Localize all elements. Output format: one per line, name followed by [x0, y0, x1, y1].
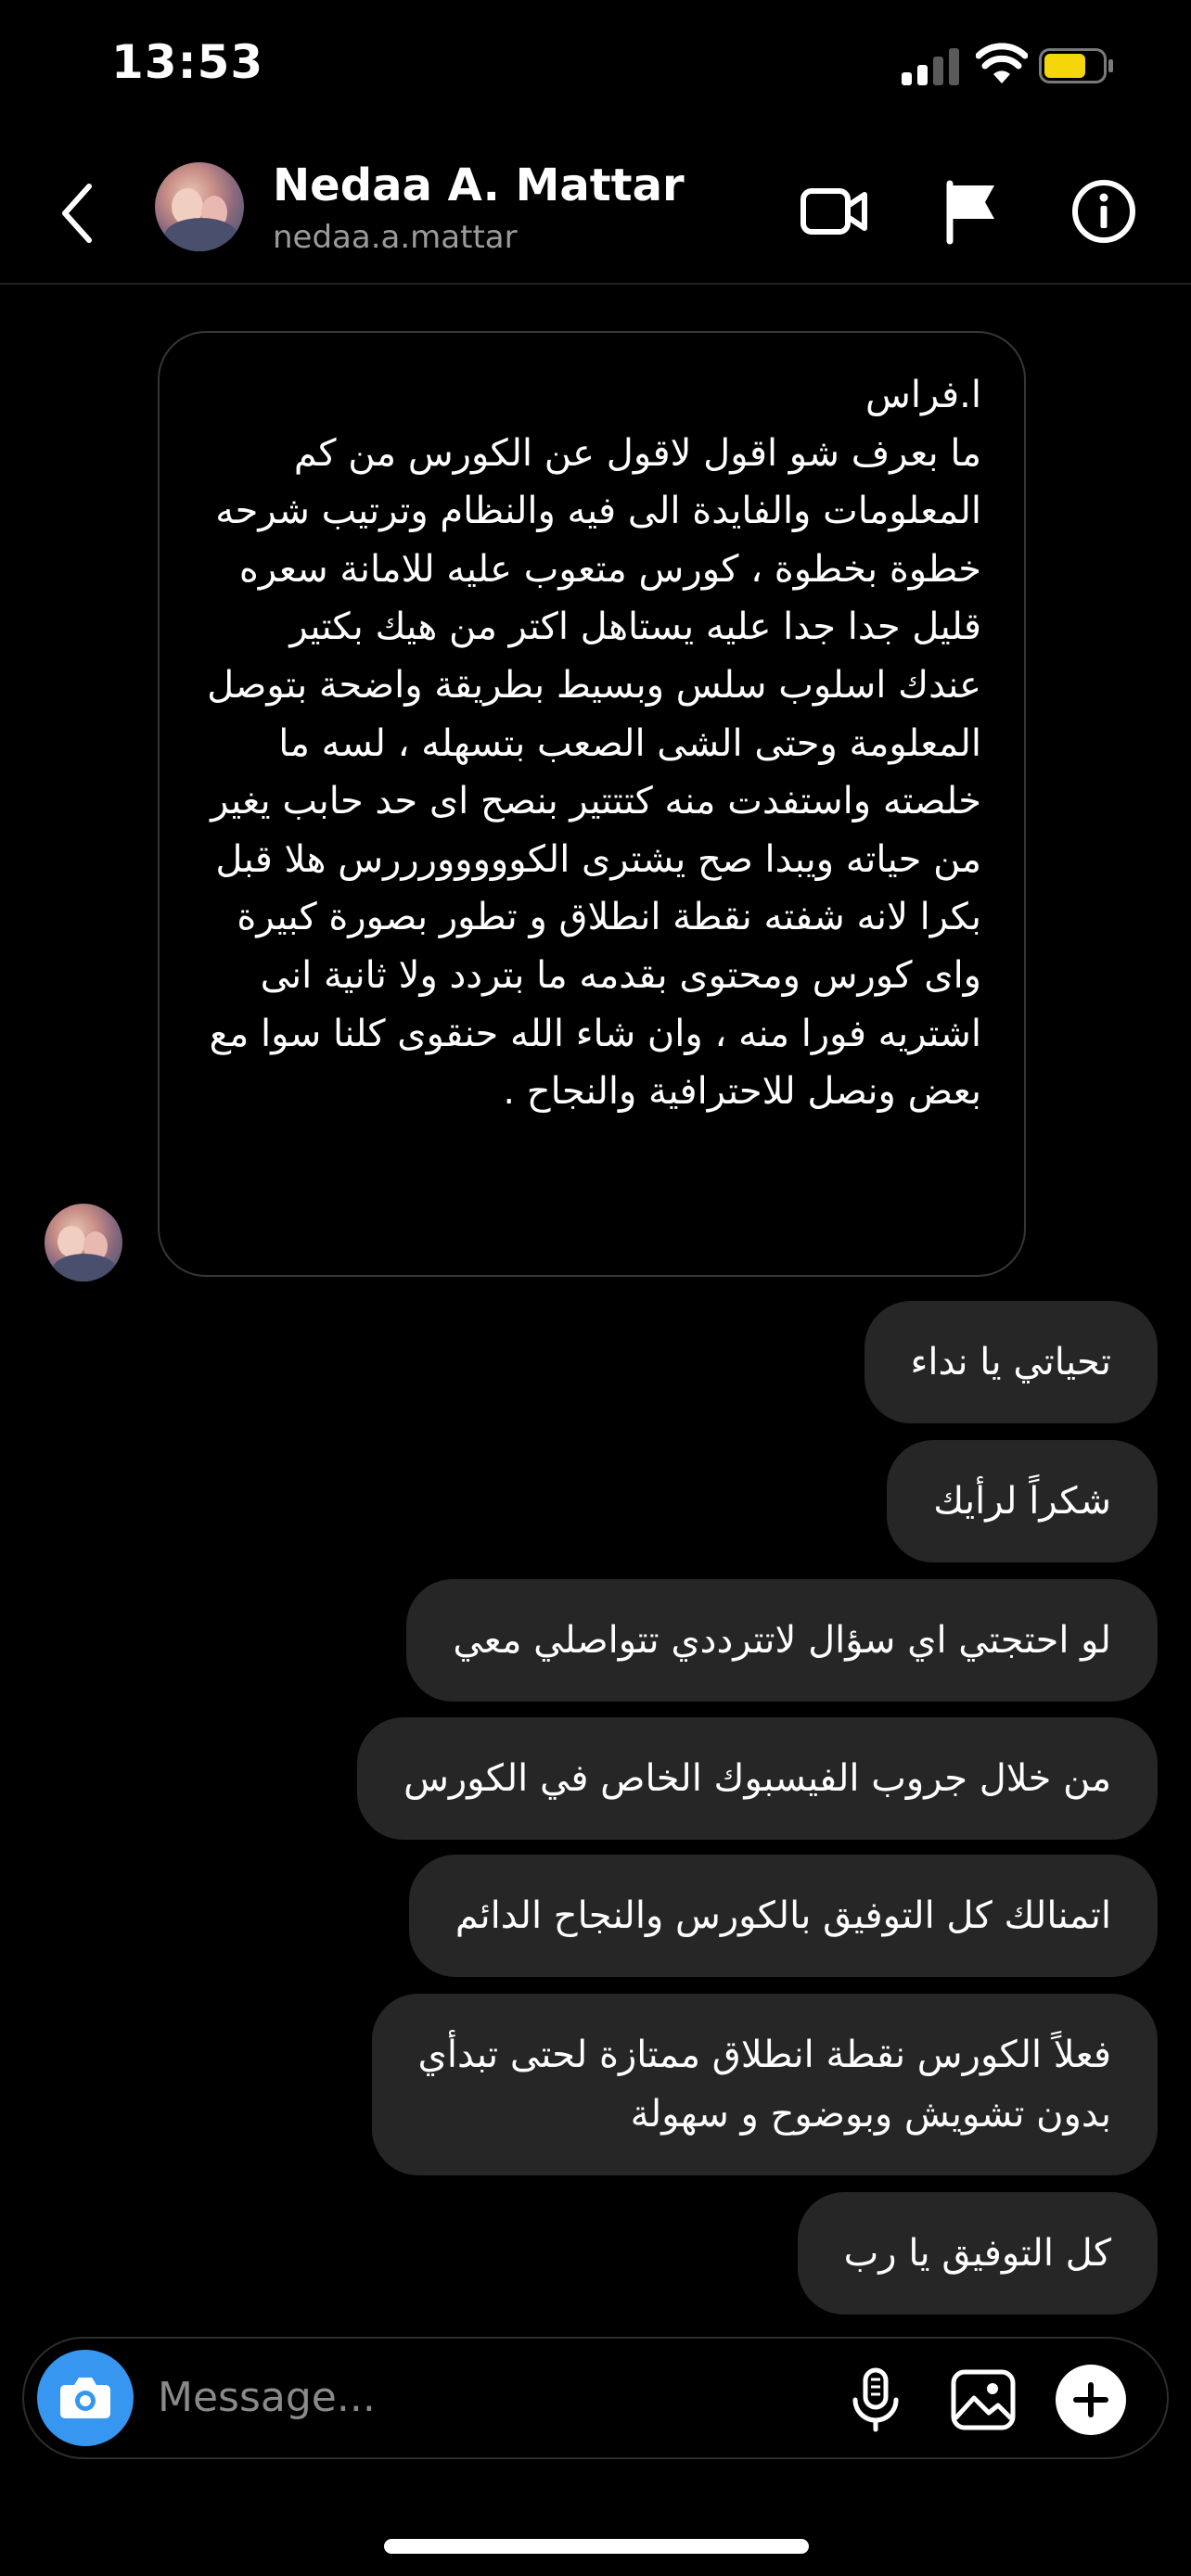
home-indicator[interactable] [384, 2539, 809, 2554]
gallery-icon[interactable] [948, 2365, 1018, 2435]
microphone-icon[interactable] [840, 2365, 911, 2435]
outgoing-message-bubble[interactable]: فعلاً الكورس نقطة انطلاق ممتازة لحتى تبد… [371, 1994, 1158, 2175]
cellular-signal-icon [902, 46, 959, 85]
video-call-icon[interactable] [800, 176, 870, 247]
battery-icon [1039, 48, 1113, 83]
outgoing-message-bubble[interactable]: من خلال جروب الفيسبوك الخاص في الكورس [357, 1717, 1158, 1840]
contact-name[interactable]: Nedaa A. Mattar [273, 159, 685, 211]
outgoing-message-bubble[interactable]: شكراً لرأيك [887, 1440, 1158, 1562]
incoming-message-text: ا.فراس ما بعرف شو اقول لاقول عن الكورس م… [207, 374, 981, 1114]
add-button[interactable] [1056, 2365, 1126, 2435]
status-bar: 13:53 [0, 0, 1191, 139]
camera-button[interactable] [37, 2350, 134, 2446]
status-time: 13:53 [111, 35, 264, 89]
flag-icon[interactable] [937, 176, 1007, 247]
outgoing-message-bubble[interactable]: كل التوفيق يا رب [797, 2192, 1158, 2315]
outgoing-message-bubble[interactable]: اتمنالك كل التوفيق بالكورس والنجاح الدائ… [408, 1855, 1158, 1977]
contact-avatar[interactable] [155, 162, 244, 251]
message-input[interactable]: Message... [158, 2374, 376, 2421]
message-composer: Message... [22, 2337, 1169, 2459]
chat-header: Nedaa A. Mattar nedaa.a.mattar [0, 139, 1191, 285]
info-icon[interactable] [1069, 176, 1139, 247]
wifi-icon [976, 43, 1028, 83]
outgoing-message-bubble[interactable]: تحياتي يا نداء [864, 1301, 1158, 1423]
back-chevron-icon[interactable] [58, 181, 95, 246]
sender-avatar[interactable] [45, 1204, 122, 1282]
incoming-message-bubble[interactable]: ا.فراس ما بعرف شو اقول لاقول عن الكورس م… [158, 331, 1026, 1277]
camera-icon [60, 2378, 110, 2418]
outgoing-message-bubble[interactable]: لو احتجتي اي سؤال لاتترددي تتواصلي معي [406, 1579, 1158, 1702]
plus-icon [1073, 2382, 1108, 2417]
contact-username[interactable]: nedaa.a.mattar [273, 219, 518, 256]
